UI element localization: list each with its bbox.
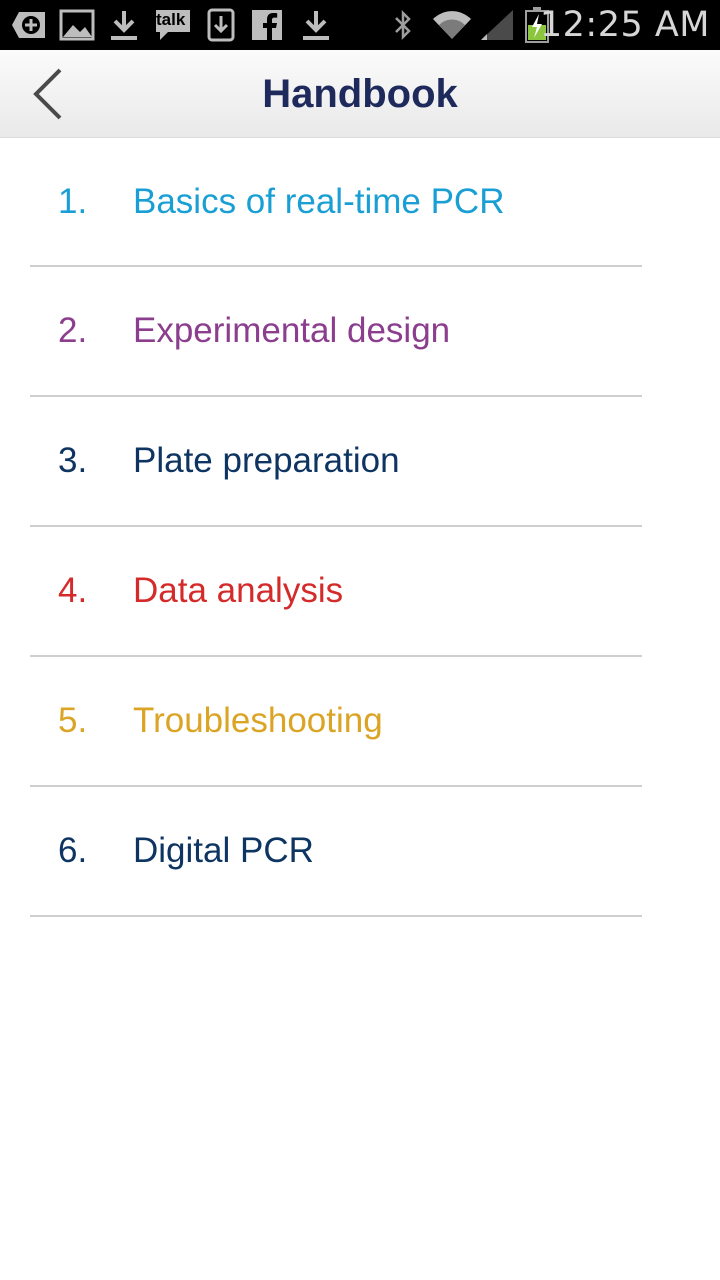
handbook-chapter-list: 1. Basics of real-time PCR 2. Experimental … [30, 139, 642, 917]
facebook-icon [250, 8, 284, 42]
wifi-icon [430, 8, 474, 42]
app-bar: Handbook [0, 50, 720, 138]
chapter-number: 5. [58, 701, 88, 740]
chapter-number: 6. [58, 831, 88, 870]
chapter-label: Basics of real-time PCR [133, 182, 505, 221]
chapter-item[interactable]: 4. Data analysis [30, 527, 642, 657]
chapter-item[interactable]: 5. Troubleshooting [30, 657, 642, 787]
download-icon [108, 8, 140, 42]
chapter-number: 3. [58, 441, 88, 480]
chapter-number: 2. [58, 311, 88, 350]
chapter-label: Troubleshooting [133, 701, 383, 740]
chapter-item[interactable]: 3. Plate preparation [30, 397, 642, 527]
status-bar: talk 12:25 AM [0, 0, 720, 50]
chapter-label: Experimental design [133, 311, 451, 350]
download-icon [300, 8, 332, 42]
chapter-item[interactable]: 2. Experimental design [30, 267, 642, 397]
talk-icon: talk [152, 8, 194, 42]
status-time: 12:25 AM [539, 5, 710, 45]
gallery-icon [58, 8, 96, 42]
bluetooth-icon [390, 8, 416, 42]
add-notification-icon [10, 8, 48, 42]
chapter-number: 4. [58, 571, 88, 610]
signal-icon [478, 8, 516, 42]
chapter-item[interactable]: 1. Basics of real-time PCR [30, 139, 642, 267]
chapter-label: Data analysis [133, 571, 344, 610]
chapter-item[interactable]: 6. Digital PCR [30, 787, 642, 917]
page-title: Handbook [262, 72, 458, 116]
chapter-number: 1. [58, 182, 88, 221]
talk-icon-label: talk [156, 10, 186, 29]
chapter-label: Digital PCR [133, 831, 314, 870]
download-box-icon [206, 8, 236, 42]
chapter-label: Plate preparation [133, 441, 400, 480]
